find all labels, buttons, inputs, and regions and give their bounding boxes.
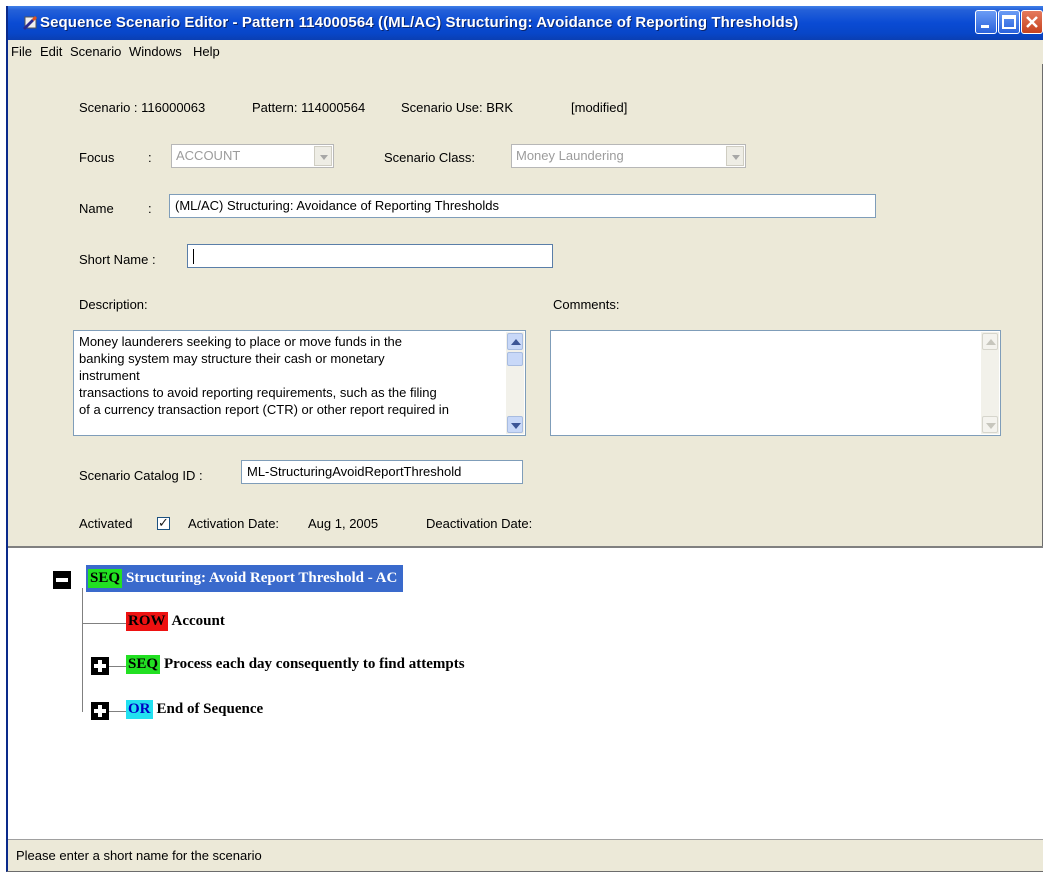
tree-node-label: End of Sequence	[156, 701, 264, 717]
menu-bar: File Edit Scenario Windows Help	[8, 40, 1043, 64]
or-badge: OR	[126, 700, 153, 719]
tree-connector	[82, 588, 83, 712]
scroll-thumb[interactable]	[507, 352, 523, 366]
minimize-icon	[981, 25, 989, 28]
chevron-down-icon[interactable]	[726, 146, 744, 166]
description-textarea[interactable]: Money launderers seeking to place or mov…	[73, 330, 526, 436]
maximize-icon	[1002, 15, 1016, 29]
comments-textarea[interactable]	[550, 330, 1001, 436]
catalog-id-label: Scenario Catalog ID :	[79, 468, 203, 483]
tree-node-account[interactable]: ROW Account	[126, 612, 225, 631]
tree-node-label: Structuring: Avoid Report Threshold - AC	[126, 570, 398, 586]
menu-scenario[interactable]: Scenario	[70, 44, 121, 59]
menu-windows[interactable]: Windows	[129, 44, 182, 59]
menu-help[interactable]: Help	[193, 44, 220, 59]
name-input[interactable]: (ML/AC) Structuring: Avoidance of Report…	[169, 194, 876, 218]
tree-node-process-days[interactable]: SEQ Process each day consequently to find…	[126, 655, 465, 674]
menu-file[interactable]: File	[11, 44, 32, 59]
app-icon	[23, 16, 37, 30]
activation-date-value: Aug 1, 2005	[308, 516, 379, 531]
short-name-label: Short Name :	[79, 252, 156, 267]
focus-select-value: ACCOUNT	[176, 148, 241, 163]
tree-node-root[interactable]: SEQ Structuring: Avoid Report Threshold -…	[86, 565, 404, 592]
focus-select[interactable]: ACCOUNT	[171, 144, 334, 168]
comments-label: Comments:	[553, 297, 620, 312]
scroll-up-icon[interactable]	[982, 333, 998, 350]
status-bar: Please enter a short name for the scenar…	[8, 839, 1043, 871]
text-cursor	[193, 249, 194, 265]
scenario-tree[interactable]: SEQ Structuring: Avoid Report Threshold -…	[8, 546, 1043, 839]
scenario-class-select[interactable]: Money Laundering	[511, 144, 746, 168]
tree-node-label: Account	[171, 613, 225, 629]
scenario-use-text: Scenario Use: BRK	[401, 100, 513, 115]
tree-node-end-of-sequence[interactable]: OR End of Sequence	[126, 700, 263, 719]
tree-node-label: Process each day consequently to find at…	[164, 656, 465, 672]
activated-checkbox[interactable]	[157, 515, 170, 531]
description-line: instrument	[79, 368, 140, 383]
seq-badge: SEQ	[126, 655, 161, 674]
description-line: transactions to avoid reporting requirem…	[79, 385, 437, 400]
name-label: Name	[79, 201, 114, 216]
focus-label: Focus	[79, 150, 115, 165]
window-title: Sequence Scenario Editor - Pattern 11400…	[40, 14, 799, 31]
collapse-icon[interactable]	[53, 571, 71, 589]
minimize-button[interactable]	[975, 10, 997, 34]
description-line: of a currency transaction report (CTR) o…	[79, 402, 449, 417]
name-colon: :	[148, 201, 152, 216]
description-line: Money launderers seeking to place or mov…	[79, 334, 403, 349]
scroll-up-icon[interactable]	[507, 333, 523, 350]
focus-colon: :	[148, 150, 152, 165]
activation-date-label: Activation Date:	[188, 516, 280, 531]
deactivation-date-label: Deactivation Date:	[426, 516, 533, 531]
close-button[interactable]	[1021, 10, 1043, 34]
description-scrollbar[interactable]	[506, 332, 524, 434]
menu-edit[interactable]: Edit	[40, 44, 62, 59]
close-icon	[1026, 16, 1038, 28]
scenario-class-label: Scenario Class:	[384, 150, 476, 165]
expand-icon[interactable]	[91, 702, 109, 720]
chevron-down-icon[interactable]	[314, 146, 332, 166]
catalog-id-input[interactable]: ML-StructuringAvoidReportThreshold	[241, 460, 523, 484]
tree-connector	[82, 623, 126, 624]
title-bar[interactable]: Sequence Scenario Editor - Pattern 11400…	[8, 6, 1043, 40]
scroll-down-icon[interactable]	[982, 416, 998, 433]
editor-window: Sequence Scenario Editor - Pattern 11400…	[6, 6, 1043, 872]
maximize-button[interactable]	[998, 10, 1020, 34]
modified-indicator: [modified]	[571, 100, 628, 115]
description-label: Description:	[79, 297, 148, 312]
scroll-down-icon[interactable]	[507, 416, 523, 433]
description-line: banking system may structure their cash …	[79, 351, 385, 366]
row-badge: ROW	[126, 612, 168, 631]
status-message: Please enter a short name for the scenar…	[16, 848, 262, 863]
expand-icon[interactable]	[91, 657, 109, 675]
activated-label: Activated	[79, 516, 133, 531]
pattern-id-text: Pattern: 114000564	[252, 100, 366, 115]
short-name-input[interactable]	[187, 244, 553, 268]
scenario-id-text: Scenario : 116000063	[79, 100, 206, 115]
seq-badge: SEQ	[88, 569, 123, 588]
scenario-class-value: Money Laundering	[516, 148, 624, 163]
comments-scrollbar[interactable]	[981, 332, 999, 434]
